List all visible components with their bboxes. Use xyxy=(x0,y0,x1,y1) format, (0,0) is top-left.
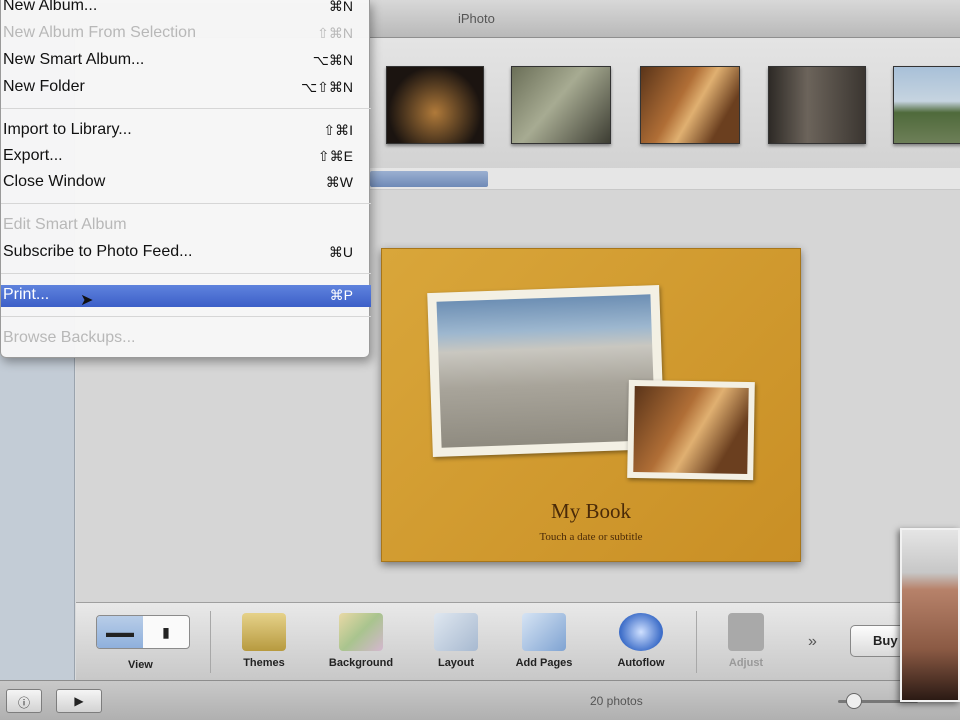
view-single-page-button[interactable]: ▮ xyxy=(143,616,189,648)
menu-item-label: Import to Library... xyxy=(3,121,132,138)
menu-item-label: Close Window xyxy=(3,173,106,190)
zoom-slider-knob[interactable] xyxy=(846,693,862,709)
mouse-cursor-icon: ➤ xyxy=(80,292,94,309)
view-segmented-control[interactable]: ▬▬ ▮ xyxy=(96,615,190,649)
menu-item-subscribe-to-photo-feed[interactable]: Subscribe to Photo Feed... ⌘U xyxy=(1,242,371,264)
background-button[interactable]: Background xyxy=(316,613,406,669)
menu-item-label: Print... xyxy=(3,286,50,303)
info-button[interactable]: ⓘ xyxy=(6,689,42,713)
more-chevron-icon[interactable]: » xyxy=(808,633,817,651)
menu-item-label: Export... xyxy=(3,147,63,164)
menu-item-label: New Smart Album... xyxy=(3,51,145,68)
toolbar-divider xyxy=(210,611,211,673)
cover-photo-secondary[interactable] xyxy=(627,379,755,481)
menu-item-label: Edit Smart Album xyxy=(3,216,127,233)
photo-count: 20 photos xyxy=(590,694,643,708)
menu-item-label: New Album... xyxy=(3,0,98,14)
add-pages-label: Add Pages xyxy=(515,657,573,669)
book-title[interactable]: My Book xyxy=(382,499,800,524)
menu-item-shortcut: ⌥⌘N xyxy=(312,52,353,68)
layout-icon xyxy=(434,613,478,651)
menu-separator xyxy=(1,273,371,274)
menu-item-label: Subscribe to Photo Feed... xyxy=(3,243,193,260)
menu-item-shortcut: ⇧⌘N xyxy=(317,25,353,41)
menu-item-label: New Album From Selection xyxy=(3,24,196,41)
menu-separator xyxy=(1,316,371,317)
window-title: iPhoto xyxy=(458,11,495,26)
add-pages-icon xyxy=(522,613,566,651)
menu-item-browse-backups: Browse Backups... xyxy=(1,328,371,350)
add-pages-button[interactable]: Add Pages xyxy=(504,613,584,669)
menu-item-shortcut: ⌘U xyxy=(328,244,353,260)
menu-item-shortcut: ⌘W xyxy=(325,174,353,190)
presenter-webcam-overlay xyxy=(900,528,960,702)
adjust-button[interactable]: Adjust xyxy=(716,613,776,669)
file-menu: New Album... ⌘N New Album From Selection… xyxy=(0,0,371,358)
filmstrip-thumbnail[interactable] xyxy=(511,66,611,144)
filmstrip-thumbnail[interactable] xyxy=(893,66,960,144)
adjust-icon xyxy=(728,613,764,651)
menu-item-print[interactable]: Print... ⌘P xyxy=(1,285,371,307)
view-label: View xyxy=(128,659,153,671)
menu-item-new-smart-album[interactable]: New Smart Album... ⌥⌘N xyxy=(1,50,371,72)
menu-item-export[interactable]: Export... ⇧⌘E xyxy=(1,146,371,168)
menu-item-new-album-from-selection: New Album From Selection ⇧⌘N xyxy=(1,23,371,45)
view-all-pages-button[interactable]: ▬▬ xyxy=(97,616,143,648)
autoflow-icon xyxy=(619,613,663,651)
filmstrip-thumbnail[interactable] xyxy=(386,66,484,144)
adjust-label: Adjust xyxy=(728,657,764,669)
book-toolbar: ▬▬ ▮ View Themes Background Layout Add P… xyxy=(76,602,960,680)
filmstrip-thumbnail[interactable] xyxy=(640,66,740,144)
menu-item-shortcut: ⇧⌘E xyxy=(317,148,353,164)
menu-item-label: New Folder xyxy=(3,78,85,95)
filmstrip-thumbnail[interactable] xyxy=(768,66,866,144)
menu-item-new-album[interactable]: New Album... ⌘N xyxy=(1,0,371,18)
book-cover[interactable]: My Book Touch a date or subtitle xyxy=(381,248,801,562)
photo-filmstrip[interactable] xyxy=(370,38,960,188)
layout-button[interactable]: Layout xyxy=(426,613,486,669)
menu-item-label: Browse Backups... xyxy=(3,329,136,346)
book-subtitle[interactable]: Touch a date or subtitle xyxy=(382,531,800,543)
background-label: Background xyxy=(328,657,394,669)
menu-item-shortcut: ⌘P xyxy=(329,287,353,303)
menu-item-close-window[interactable]: Close Window ⌘W xyxy=(1,172,371,194)
status-bar: ⓘ ▶ 20 photos xyxy=(0,680,960,720)
menu-item-import-to-library[interactable]: Import to Library... ⇧⌘I xyxy=(1,120,371,142)
menu-item-edit-smart-album: Edit Smart Album xyxy=(1,215,371,237)
menu-item-shortcut: ⌥⇧⌘N xyxy=(301,79,353,95)
themes-icon xyxy=(242,613,286,651)
background-icon xyxy=(339,613,383,651)
menu-item-shortcut: ⇧⌘I xyxy=(323,122,353,138)
filmstrip-scrollbar[interactable] xyxy=(370,168,960,190)
autoflow-button[interactable]: Autoflow xyxy=(604,613,678,669)
menu-separator xyxy=(1,203,371,204)
menu-item-new-folder[interactable]: New Folder ⌥⇧⌘N xyxy=(1,77,371,99)
autoflow-label: Autoflow xyxy=(617,657,665,669)
toolbar-divider xyxy=(696,611,697,673)
themes-label: Themes xyxy=(243,657,285,669)
filmstrip-scroll-thumb[interactable] xyxy=(370,171,488,187)
layout-label: Layout xyxy=(437,657,475,669)
slideshow-play-button[interactable]: ▶ xyxy=(56,689,102,713)
themes-button[interactable]: Themes xyxy=(234,613,294,669)
menu-item-shortcut: ⌘N xyxy=(328,0,353,14)
menu-separator xyxy=(1,108,371,109)
